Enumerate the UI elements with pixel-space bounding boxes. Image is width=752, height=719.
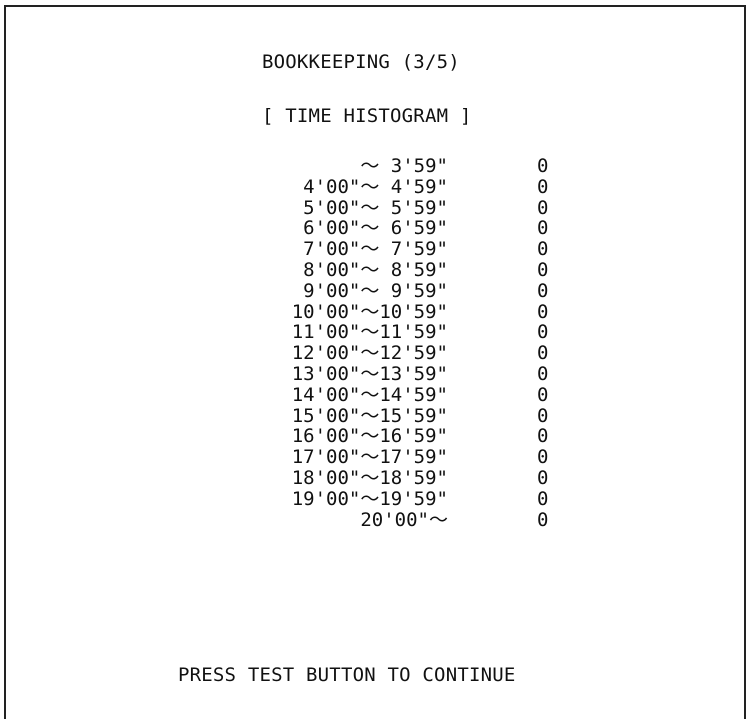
- time-range-label: 7'00"〜 7'59": [303, 238, 448, 261]
- histogram-row: 15'00"〜15'59" 0: [0, 404, 752, 427]
- time-range-label: 〜 3'59": [360, 155, 448, 177]
- time-range-label: 15'00"〜15'59": [291, 404, 448, 427]
- time-range-label: 11'00"〜11'59": [291, 321, 448, 344]
- time-range-label: 12'00"〜12'59": [291, 342, 448, 365]
- histogram-row: 7'00"〜 7'59" 0: [0, 239, 752, 260]
- histogram-row: 5'00"〜 5'59" 0: [0, 196, 752, 219]
- time-range-label: 18'00"〜18'59": [291, 466, 448, 489]
- count-value: 0: [537, 196, 549, 219]
- histogram-row: 11'00"〜11'59" 0: [0, 322, 752, 343]
- histogram-row: 19'00"〜19'59" 0: [0, 487, 752, 510]
- time-range-label: 6'00"〜 6'59": [303, 217, 448, 240]
- histogram-row: 17'00"〜17'59" 0: [0, 447, 752, 468]
- time-range-label: 20'00"〜: [360, 508, 448, 531]
- count-value: 0: [537, 217, 549, 240]
- count-value: 0: [537, 258, 549, 281]
- count-value: 0: [537, 404, 549, 427]
- histogram-row: 12'00"〜12'59" 0: [0, 343, 752, 364]
- page-title: BOOKKEEPING (3/5): [262, 51, 460, 73]
- time-range-label: 10'00"〜10'59": [291, 300, 448, 323]
- time-range-label: 19'00"〜19'59": [291, 487, 448, 510]
- count-value: 0: [537, 300, 549, 323]
- count-value: 0: [537, 446, 549, 469]
- count-value: 0: [537, 466, 549, 489]
- continue-prompt: PRESS TEST BUTTON TO CONTINUE: [178, 664, 516, 686]
- time-range-label: 5'00"〜 5'59": [303, 196, 448, 219]
- count-value: 0: [537, 383, 549, 406]
- time-range-label: 17'00"〜17'59": [291, 446, 448, 469]
- histogram-row: 10'00"〜10'59" 0: [0, 300, 752, 323]
- histogram-row: 6'00"〜 6'59" 0: [0, 218, 752, 239]
- count-value: 0: [537, 425, 549, 448]
- count-value: 0: [537, 321, 549, 344]
- histogram-row: 20'00"〜 0: [0, 508, 752, 531]
- count-value: 0: [537, 175, 549, 198]
- time-range-label: 9'00"〜 9'59": [303, 279, 448, 302]
- histogram-row: 16'00"〜16'59" 0: [0, 426, 752, 447]
- count-value: 0: [537, 508, 549, 531]
- time-range-label: 13'00"〜13'59": [291, 362, 448, 385]
- count-value: 0: [537, 279, 549, 302]
- histogram-row: 〜 3'59" 0: [0, 156, 752, 177]
- count-value: 0: [537, 155, 549, 177]
- histogram-row: 4'00"〜 4'59" 0: [0, 175, 752, 198]
- section-title: [ TIME HISTOGRAM ]: [262, 105, 472, 127]
- count-value: 0: [537, 362, 549, 385]
- count-value: 0: [537, 487, 549, 510]
- histogram-row: 18'00"〜18'59" 0: [0, 468, 752, 489]
- time-range-label: 16'00"〜16'59": [291, 425, 448, 448]
- count-value: 0: [537, 238, 549, 261]
- time-histogram-table: 〜 3'59" 0 4'00"〜 4'59" 0 5'00"〜 5'59" 0 …: [0, 156, 752, 530]
- histogram-row: 9'00"〜 9'59" 0: [0, 279, 752, 302]
- histogram-row: 14'00"〜14'59" 0: [0, 383, 752, 406]
- time-range-label: 14'00"〜14'59": [291, 383, 448, 406]
- histogram-row: 13'00"〜13'59" 0: [0, 364, 752, 385]
- histogram-row: 8'00"〜 8'59" 0: [0, 260, 752, 281]
- time-range-label: 4'00"〜 4'59": [303, 175, 448, 198]
- count-value: 0: [537, 342, 549, 365]
- time-range-label: 8'00"〜 8'59": [303, 258, 448, 281]
